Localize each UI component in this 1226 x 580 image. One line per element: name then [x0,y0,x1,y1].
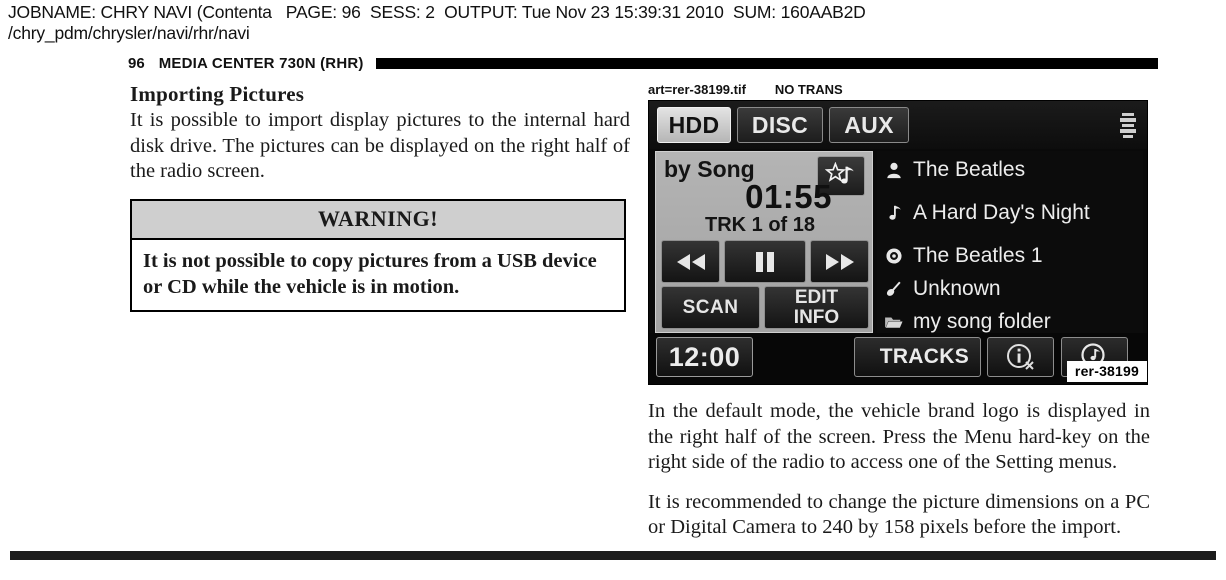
list-item-song[interactable]: A Hard Day's Night [877,196,1143,229]
list-item-album-label: The Beatles 1 [913,243,1043,267]
tab-disc[interactable]: DISC [737,107,823,143]
edit-info-label-line-2: INFO [793,306,840,328]
left-column: Importing Pictures It is possible to imp… [130,82,630,312]
fast-forward-icon [825,253,854,270]
art-source-caption: art=rer-38199.tif NO TRANS [648,82,843,97]
manual-page: 96 MEDIA CENTER 730N (RHR) Importing Pic… [0,48,1226,564]
source-tab-strip: HDD DISC AUX [649,101,1147,149]
now-playing-panel: by Song 01:55 TRK 1 of 18 SCAN EDIT INFO [655,151,873,333]
edit-info-button[interactable]: EDIT INFO [764,286,869,329]
scan-label: SCAN [682,296,739,318]
list-item-genre-label: Unknown [913,276,1001,300]
print-job-header: JOBNAME: CHRY NAVI (Contenta PAGE: 96 SE… [8,2,1218,44]
section-heading: Importing Pictures [130,82,305,106]
info-disabled-icon [1006,344,1034,370]
rewind-icon [676,253,705,270]
tab-aux[interactable]: AUX [829,107,909,143]
left-paragraph-1: It is possible to import display picture… [130,109,630,182]
tab-hdd-label: HDD [668,111,720,138]
screen-bottom-bar: 12:00 TRACKS rer-38199 [649,333,1147,384]
disc-icon [883,245,905,267]
warning-heading: WARNING! [132,200,624,240]
elapsed-time: 01:55 [745,178,832,215]
warning-text: It is not possible to copy pictures from… [143,249,597,298]
track-counter: TRK 1 of 18 [704,214,816,236]
folder-icon [883,311,905,333]
right-paragraph-1: In the default mode, the vehicle brand l… [648,400,1150,473]
list-item-artist-label: The Beatles [913,157,1026,181]
right-paragraph-2: It is recommended to change the picture … [648,490,1150,539]
note-icon [883,202,905,224]
info-button[interactable] [987,337,1054,377]
scan-button[interactable]: SCAN [661,286,760,329]
page-number: 96 [128,54,145,72]
tracks-button[interactable]: TRACKS [854,337,981,377]
genre-icon [883,278,905,300]
track-info-list: The Beatles A Hard Day's Night The Beatl… [877,151,1143,333]
header-rule [375,57,1158,69]
list-item-artist[interactable]: The Beatles [877,153,1143,186]
artwork-block: art=rer-38199.tif NO TRANS HDD DISC AUX [648,82,1150,385]
list-item-folder-label: my song folder [913,309,1051,333]
job-header-line-1: JOBNAME: CHRY NAVI (Contenta PAGE: 96 SE… [8,2,866,22]
equalizer-icon[interactable] [1117,111,1139,139]
job-header-line-2: /chry_pdm/chrysler/navi/rhr/navi [8,23,250,43]
pause-icon [756,251,774,272]
radio-screen: HDD DISC AUX by Song 01:55 TRK 1 of 18 S… [648,100,1148,385]
tab-aux-label: AUX [844,111,894,138]
tab-hdd[interactable]: HDD [657,107,731,143]
list-item-genre[interactable]: Unknown [877,272,1143,305]
clock-display[interactable]: 12:00 [656,337,753,377]
list-item-album[interactable]: The Beatles 1 [877,239,1143,272]
warning-box: WARNING! It is not possible to copy pict… [130,198,626,312]
art-id-badge: rer-38199 [1066,361,1147,382]
fast-forward-button[interactable] [810,240,869,283]
edit-info-label-line-1: EDIT [794,286,839,308]
right-column: art=rer-38199.tif NO TRANS HDD DISC AUX [648,82,1150,541]
page-title: MEDIA CENTER 730N (RHR) [158,54,364,72]
pause-button[interactable] [724,240,806,283]
running-head: 96 MEDIA CENTER 730N (RHR) [128,53,1158,73]
rewind-button[interactable] [661,240,720,283]
list-item-song-label: A Hard Day's Night [913,200,1090,224]
page-footer-rule [10,551,1216,560]
tracks-label: TRACKS [879,345,969,368]
clock-label: 12:00 [668,341,741,372]
tab-disc-label: DISC [751,111,809,138]
artist-icon [883,159,905,181]
